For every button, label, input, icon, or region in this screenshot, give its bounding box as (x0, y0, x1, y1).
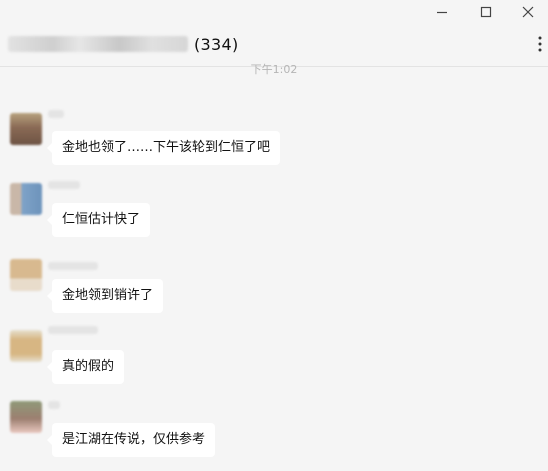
maximize-icon (480, 6, 492, 18)
maximize-button[interactable] (476, 3, 496, 21)
more-icon (538, 36, 542, 52)
sender-name-blurred (48, 181, 80, 189)
avatar[interactable] (10, 259, 42, 291)
title-bar: (334) (0, 0, 548, 67)
chat-member-count: (334) (194, 34, 239, 54)
avatar[interactable] (10, 330, 42, 362)
message-bubble[interactable]: 是江湖在传说，仅供参考 (46, 423, 216, 457)
close-icon (522, 6, 534, 18)
sender-name-blurred (48, 110, 64, 118)
avatar[interactable] (10, 183, 42, 215)
minimize-button[interactable] (432, 3, 452, 21)
sender-name-blurred (48, 262, 98, 270)
chat-title: (334) (8, 34, 239, 54)
message-bubble[interactable]: 仁恒估计快了 (46, 203, 151, 237)
sender-name-blurred (48, 401, 60, 409)
minimize-icon (437, 11, 447, 14)
message-timestamp: 下午1:02 (250, 63, 298, 76)
close-button[interactable] (518, 3, 538, 21)
message-bubble[interactable]: 金地也领了……下午该轮到仁恒了吧 (46, 131, 281, 165)
message-bubble[interactable]: 金地领到销许了 (46, 279, 164, 313)
avatar[interactable] (10, 113, 42, 145)
message-bubble[interactable]: 真的假的 (46, 350, 125, 384)
avatar[interactable] (10, 401, 42, 433)
more-button[interactable] (534, 36, 548, 52)
blurred-chat-name (8, 36, 188, 52)
sender-name-blurred (48, 326, 98, 334)
